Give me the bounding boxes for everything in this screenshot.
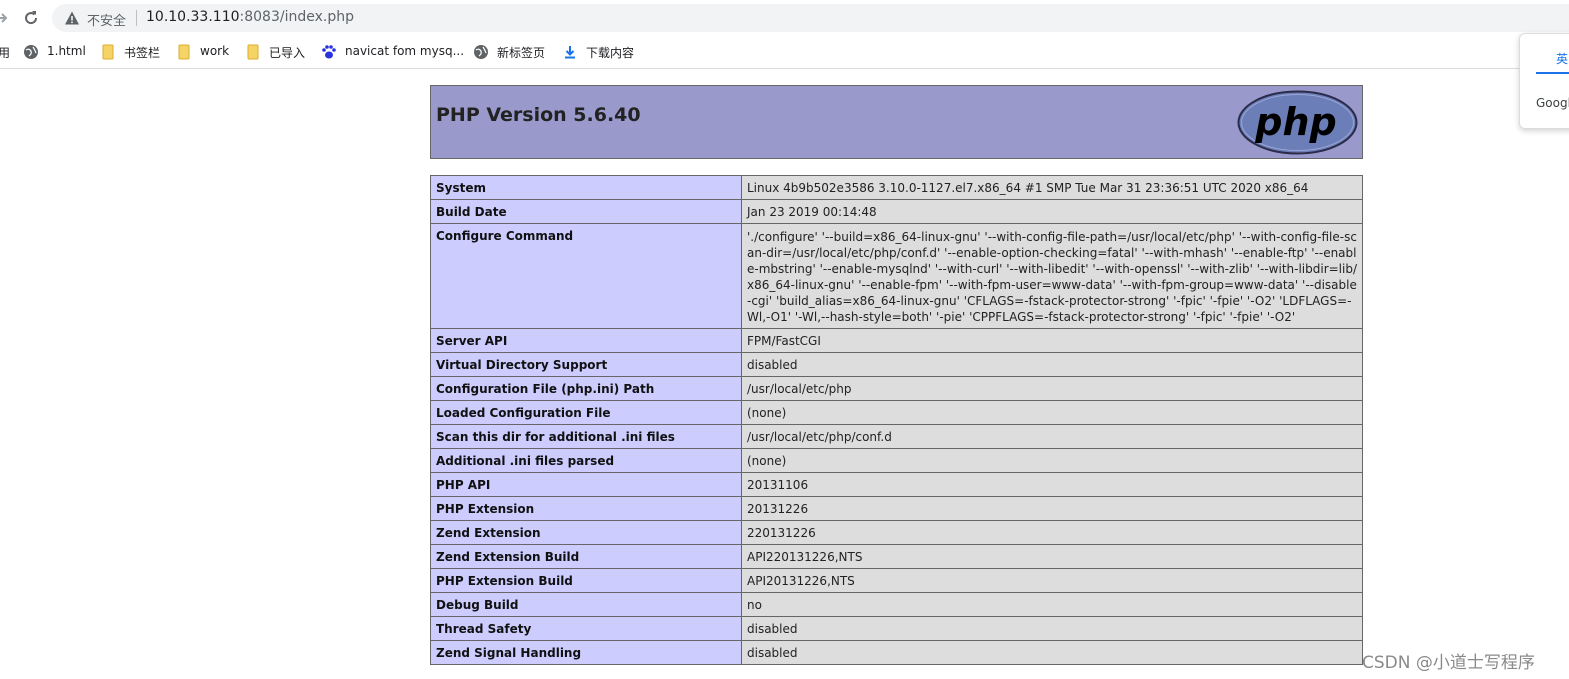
table-row: Virtual Directory Support disabled bbox=[430, 352, 1363, 377]
row-key: Additional .ini files parsed bbox=[430, 448, 742, 473]
page-title: PHP Version 5.6.40 bbox=[436, 104, 641, 126]
phpinfo-table: System Linux 4b9b502e3586 3.10.0-1127.el7… bbox=[430, 175, 1363, 665]
bookmark-label: navicat fom mysq... bbox=[345, 44, 465, 58]
baidu-paw-icon bbox=[322, 45, 336, 59]
row-key: Configure Command bbox=[430, 223, 742, 329]
browser-toolbar: 不安全 10.10.33.110:8083/index.php bbox=[0, 0, 1569, 36]
row-value: /usr/local/etc/php/conf.d bbox=[741, 424, 1363, 449]
table-row: Configure Command './configure' '--build=… bbox=[430, 223, 1363, 329]
table-row: Zend Signal Handling disabled bbox=[430, 640, 1363, 665]
row-key: Zend Extension Build bbox=[430, 544, 742, 569]
bookmark-label: 下载内容 bbox=[586, 46, 635, 60]
table-row: Build Date Jan 23 2019 00:14:48 bbox=[430, 199, 1363, 224]
bookmark-label: 新标签页 bbox=[497, 46, 546, 60]
not-secure-label[interactable]: 不安全 bbox=[87, 10, 126, 29]
row-value: 20131226 bbox=[741, 496, 1363, 521]
php-logo[interactable]: php bbox=[1237, 90, 1358, 155]
bookmark-label: 用 bbox=[0, 46, 11, 60]
table-row: PHP API 20131106 bbox=[430, 472, 1363, 497]
row-value: 20131106 bbox=[741, 472, 1363, 497]
table-row: Additional .ini files parsed (none) bbox=[430, 448, 1363, 473]
folder-icon bbox=[178, 44, 190, 60]
table-row: Configuration File (php.ini) Path/usr/lo… bbox=[430, 376, 1363, 401]
table-row: Scan this dir for additional .ini files /… bbox=[430, 424, 1363, 449]
warning-icon[interactable] bbox=[64, 10, 80, 26]
row-value: (none) bbox=[741, 448, 1363, 473]
bookmark-label: 已导入 bbox=[269, 46, 306, 60]
row-key: Zend Signal Handling bbox=[430, 640, 742, 665]
bookmark-label: 1.html bbox=[47, 44, 86, 58]
phpinfo-table-body: System Linux 4b9b502e3586 3.10.0-1127.el7… bbox=[430, 175, 1363, 665]
row-key: Zend Extension bbox=[430, 520, 742, 545]
folder-icon bbox=[247, 44, 259, 60]
row-key: PHP Extension bbox=[430, 496, 742, 521]
url-text[interactable]: 10.10.33.110:8083/index.php bbox=[146, 9, 354, 25]
active-tab-indicator bbox=[1536, 72, 1569, 74]
row-key: Configuration File (php.ini) Path bbox=[430, 376, 742, 401]
table-row: Server API FPM/FastCGI bbox=[430, 328, 1363, 353]
translate-tab-english[interactable]: 英 bbox=[1556, 50, 1568, 67]
globe-icon bbox=[474, 45, 488, 59]
row-value: disabled bbox=[741, 640, 1363, 665]
table-row: Zend Extension 220131226 bbox=[430, 520, 1363, 545]
row-value: API220131226,NTS bbox=[741, 544, 1363, 569]
bookmarks-bar: 用 1.html 书签栏 work 已导入 navicat fom mysq..… bbox=[0, 36, 1569, 69]
row-value: Linux 4b9b502e3586 3.10.0-1127.el7.x86_6… bbox=[741, 175, 1363, 200]
row-value: 220131226 bbox=[741, 520, 1363, 545]
row-key: Debug Build bbox=[430, 592, 742, 617]
row-value: no bbox=[741, 592, 1363, 617]
folder-icon bbox=[102, 44, 114, 60]
row-value: Jan 23 2019 00:14:48 bbox=[741, 199, 1363, 224]
table-row: PHP Extension Build API20131226,NTS bbox=[430, 568, 1363, 593]
table-row: System Linux 4b9b502e3586 3.10.0-1127.el7… bbox=[430, 175, 1363, 200]
translate-popup: 英 Googl bbox=[1519, 33, 1569, 129]
row-value: './configure' '--build=x86_64-linux-gnu'… bbox=[741, 223, 1363, 329]
row-value: disabled bbox=[741, 352, 1363, 377]
bookmark-label: work bbox=[200, 44, 230, 58]
row-key: Build Date bbox=[430, 199, 742, 224]
watermark: CSDN @小道士写程序 bbox=[1362, 653, 1535, 673]
row-key: PHP Extension Build bbox=[430, 568, 742, 593]
row-value: (none) bbox=[741, 400, 1363, 425]
row-key: Thread Safety bbox=[430, 616, 742, 641]
reload-icon[interactable] bbox=[22, 9, 40, 27]
url-host: 10.10.33.110 bbox=[146, 9, 240, 25]
table-row: Loaded Configuration File (none) bbox=[430, 400, 1363, 425]
table-row: Zend Extension Build API220131226,NTS bbox=[430, 544, 1363, 569]
table-row: Debug Build no bbox=[430, 592, 1363, 617]
row-value: API20131226,NTS bbox=[741, 568, 1363, 593]
table-row: Thread Safety disabled bbox=[430, 616, 1363, 641]
php-logo-text: php bbox=[1254, 100, 1336, 144]
row-key: PHP API bbox=[430, 472, 742, 497]
address-bar[interactable]: 不安全 10.10.33.110:8083/index.php bbox=[52, 4, 1569, 32]
separator bbox=[136, 10, 137, 26]
row-value: FPM/FastCGI bbox=[741, 328, 1363, 353]
row-value: disabled bbox=[741, 616, 1363, 641]
globe-icon bbox=[24, 45, 38, 59]
row-key: Server API bbox=[430, 328, 742, 353]
url-path: :8083/index.php bbox=[239, 9, 354, 25]
forward-arrow-icon[interactable] bbox=[0, 9, 10, 27]
bookmark-label: 书签栏 bbox=[124, 46, 161, 60]
download-icon bbox=[565, 46, 575, 59]
row-key: Virtual Directory Support bbox=[430, 352, 742, 377]
table-row: PHP Extension 20131226 bbox=[430, 496, 1363, 521]
row-key: Loaded Configuration File bbox=[430, 400, 742, 425]
row-value: /usr/local/etc/php bbox=[741, 376, 1363, 401]
translate-google-text: Googl bbox=[1536, 96, 1569, 110]
phpinfo-header: PHP Version 5.6.40 php bbox=[430, 85, 1363, 159]
row-key: Scan this dir for additional .ini files bbox=[430, 424, 742, 449]
row-key: System bbox=[430, 175, 742, 200]
